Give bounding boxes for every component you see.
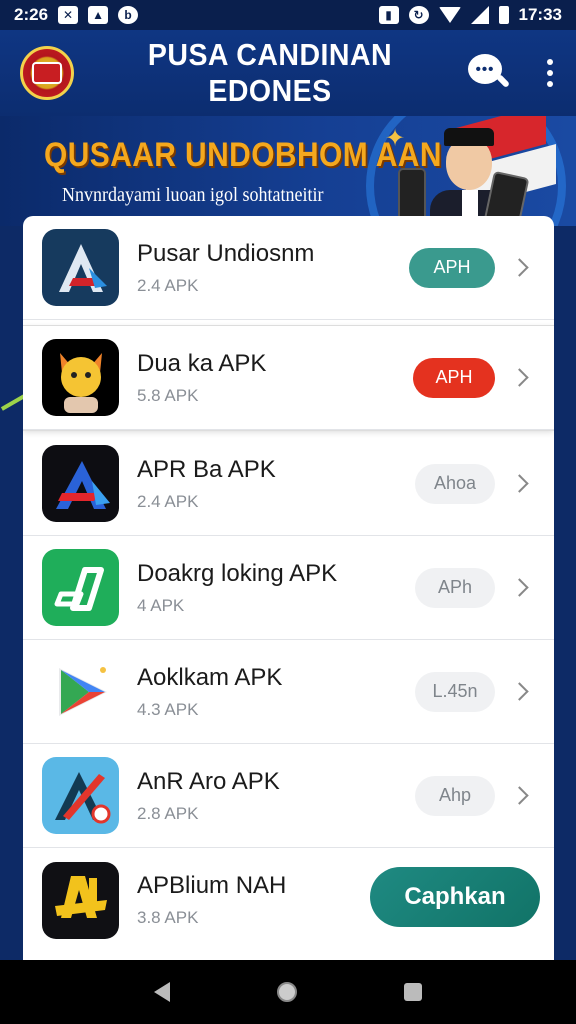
home-icon[interactable] — [276, 982, 297, 1002]
list-item-text: Doakrg loking APK 4 APK — [137, 560, 415, 616]
app-version: 2.4 APK — [137, 275, 199, 295]
list-item[interactable]: APR Ba APK 2.4 APK Ahoa — [23, 432, 554, 536]
list-item[interactable]: Dua ka APK 5.8 APK APH — [23, 326, 554, 430]
green-a-glyph — [54, 566, 104, 611]
notification-b-icon: b — [118, 6, 139, 24]
list-item-text: Aoklkam APK 4.3 APK — [137, 664, 415, 720]
kebab-dot — [547, 81, 553, 87]
download-button[interactable]: Ahoa — [415, 463, 495, 504]
teal-a-icon — [42, 757, 119, 834]
app-name: APR Ba APK — [137, 455, 276, 483]
app-name: AnR Aro APK — [137, 767, 280, 795]
blue-a-icon — [42, 229, 119, 306]
yellow-a-glyph — [54, 876, 107, 918]
status-bar: 2:26 ✕ ▲ b ▮ ↻ 17:33 — [0, 0, 576, 30]
banner-person-illustration — [398, 128, 530, 226]
list-item[interactable]: Doakrg loking APK 4 APK APh — [23, 536, 554, 640]
app-name: Pusar Undiosnm — [137, 239, 315, 267]
notification-x-icon: ✕ — [58, 6, 79, 24]
green-a-icon — [42, 549, 119, 626]
yellow-a-icon — [42, 861, 119, 939]
battery-icon — [498, 6, 509, 24]
red-blue-a-glyph — [55, 460, 110, 509]
app-name: Doakrg loking APK — [137, 559, 338, 587]
chevron-right-icon[interactable] — [510, 786, 529, 805]
red-blue-a-icon — [42, 445, 119, 522]
kebab-dot — [547, 70, 553, 76]
list-item[interactable]: APBlium NAH 3.8 APK Caphkan — [23, 848, 554, 952]
status-time: 2:26 — [14, 5, 49, 24]
banner-headline: QUSAAR UNDOBHOM AAN — [44, 136, 442, 174]
chevron-right-icon[interactable] — [510, 474, 529, 493]
overflow-menu-button[interactable] — [544, 59, 556, 87]
sparkle-icon: ✦ — [385, 125, 406, 152]
download-button[interactable]: APh — [415, 567, 495, 608]
back-icon[interactable] — [153, 982, 170, 1002]
list-item-text: APR Ba APK 2.4 APK — [137, 456, 415, 512]
list-item-text: AnR Aro APK 2.8 APK — [137, 768, 415, 824]
app-name: Dua ka APK — [137, 349, 267, 377]
kebab-dot — [547, 59, 553, 65]
page-title: PUSA CANDINAN EDONES — [147, 37, 393, 108]
emblem-logo[interactable] — [20, 46, 74, 100]
chevron-right-icon[interactable] — [510, 258, 529, 277]
status-left: 2:26 ✕ ▲ b — [14, 5, 139, 25]
download-button[interactable]: L.45n — [415, 671, 495, 712]
chevron-right-icon[interactable] — [510, 368, 529, 387]
list-item[interactable]: Pusar Undiosnm 2.4 APK APH — [23, 216, 554, 320]
system-nav-bar — [0, 960, 576, 1024]
vibrate-icon: ▮ — [378, 6, 399, 24]
app-version: 5.8 APK — [137, 385, 199, 405]
cat-glyph — [59, 352, 102, 413]
download-button[interactable]: APH — [413, 357, 495, 398]
app-bar: PUSA CANDINAN EDONES ••• — [0, 30, 576, 116]
list-item-text: Dua ka APK 5.8 APK — [137, 350, 413, 406]
list-item-text: Pusar Undiosnm 2.4 APK — [137, 240, 409, 296]
notification-image-icon: ▲ — [88, 6, 109, 24]
banner-subtitle: Nnvnrdayami luoan igol sohtatneitir — [62, 184, 324, 206]
app-version: 4.3 APK — [137, 699, 199, 719]
chevron-right-icon[interactable] — [510, 682, 529, 701]
cat-icon — [42, 339, 119, 416]
person-hat — [444, 128, 494, 146]
recents-icon[interactable] — [404, 983, 423, 1001]
app-version: 2.8 APK — [137, 803, 199, 823]
app-name: Aoklkam APK — [137, 663, 283, 691]
play-store-icon — [42, 653, 119, 730]
search-handle — [495, 73, 511, 89]
promo-banner[interactable]: QUSAAR UNDOBHOM AAN Nnvnrdayami luoan ig… — [0, 116, 576, 226]
list-item[interactable]: Aoklkam APK 4.3 APK L.45n — [23, 640, 554, 744]
blue-a-glyph — [58, 243, 107, 292]
download-button-primary[interactable]: Caphkan — [370, 867, 540, 927]
download-button[interactable]: Ahp — [415, 775, 495, 816]
chevron-right-icon[interactable] — [510, 578, 529, 597]
search-button[interactable]: ••• — [466, 52, 511, 94]
app-version: 4 APK — [137, 595, 185, 615]
signal-icon — [470, 6, 489, 24]
download-button[interactable]: APH — [409, 247, 495, 288]
emblem-shield-icon — [32, 62, 62, 84]
play-store-glyph — [58, 666, 107, 716]
status-clock: 17:33 — [518, 5, 562, 24]
app-version: 2.4 APK — [137, 491, 199, 511]
app-list: Pusar Undiosnm 2.4 APK APH Dua ka APK 5.… — [23, 216, 554, 960]
phone-left-icon — [398, 168, 426, 222]
list-item[interactable]: AnR Aro APK 2.8 APK Ahp — [23, 744, 554, 848]
wifi-icon — [438, 7, 461, 23]
rotation-icon: ↻ — [408, 6, 429, 24]
status-right: ▮ ↻ 17:33 — [378, 5, 562, 25]
teal-a-glyph — [54, 771, 110, 823]
